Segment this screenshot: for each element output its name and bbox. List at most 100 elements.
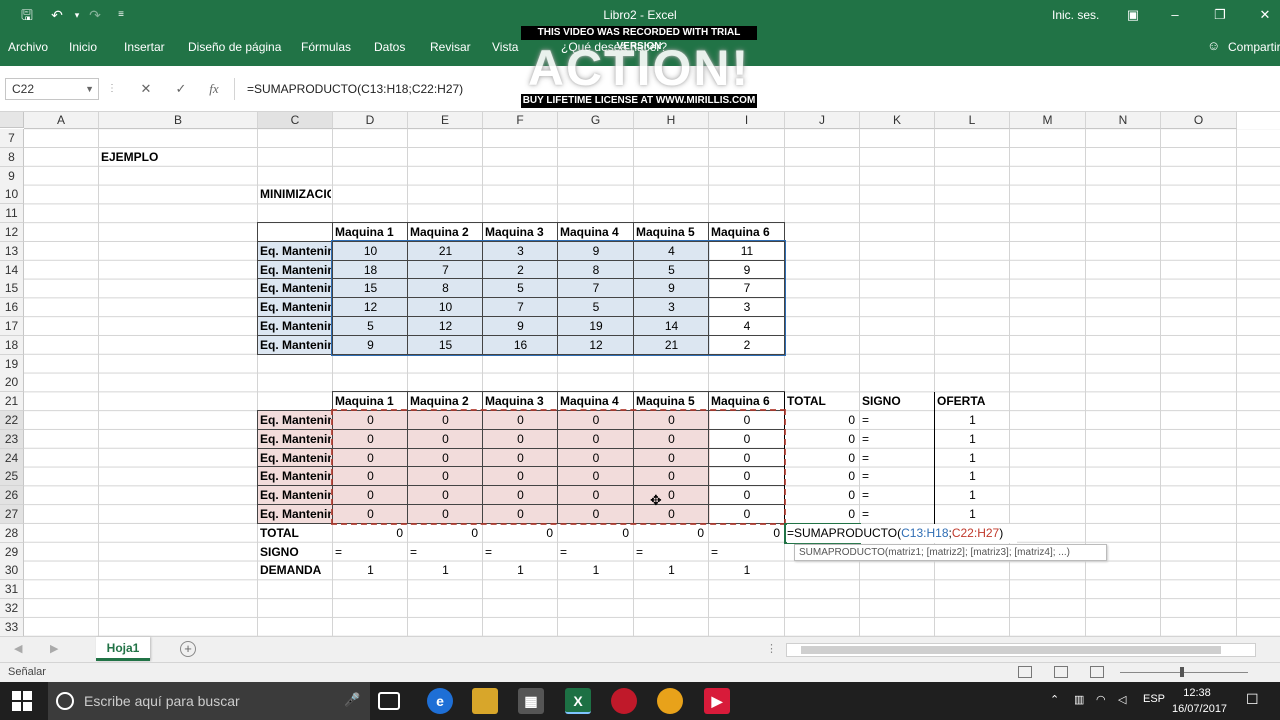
row-header-23[interactable]: 23 <box>0 429 24 449</box>
signo-row-label[interactable]: SIGNO <box>260 543 331 562</box>
column-header-o[interactable]: O <box>1161 112 1237 129</box>
row-total-cell[interactable]: 0 <box>787 486 858 505</box>
close-icon[interactable]: ✕ <box>1250 4 1280 26</box>
total-row-label[interactable]: TOTAL <box>260 524 331 543</box>
volume-icon[interactable]: ◁ <box>1118 693 1126 706</box>
row-header-18[interactable]: 18 <box>0 335 24 355</box>
next-sheet-icon[interactable]: ▶ <box>50 642 58 655</box>
cancel-icon[interactable]: ✕ <box>137 79 155 99</box>
name-box[interactable]: C22 ▼ <box>5 78 99 100</box>
column-header-b[interactable]: B <box>99 112 258 129</box>
windows-start-icon[interactable] <box>12 691 32 711</box>
row-header-27[interactable]: 27 <box>0 505 24 524</box>
row-header-10[interactable]: 10 <box>0 185 24 205</box>
tab-diseno[interactable]: Diseño de página <box>188 40 281 54</box>
select-all-corner[interactable] <box>0 112 24 128</box>
column-header-m[interactable]: M <box>1010 112 1086 129</box>
clock[interactable]: 12:38 16/07/2017 <box>1172 685 1227 717</box>
column-header-n[interactable]: N <box>1086 112 1161 129</box>
row-header-32[interactable]: 32 <box>0 599 24 618</box>
row-sign-cell[interactable]: = <box>862 486 933 505</box>
store-icon[interactable]: ▦ <box>518 688 544 714</box>
column-header-e[interactable]: E <box>408 112 483 129</box>
worksheet-grid[interactable]: A B C D E F G H I J K L M N O 7 8 9 10 11 12 13 14 15 16 17 18 19 20… <box>0 112 1280 636</box>
task-view-icon[interactable] <box>378 692 400 710</box>
column-total-cell[interactable]: 0 <box>410 524 481 543</box>
column-header-l[interactable]: L <box>935 112 1010 129</box>
scroll-thumb[interactable] <box>801 646 1221 654</box>
row-header-15[interactable]: 15 <box>0 279 24 299</box>
demanda-cell[interactable]: 1 <box>410 561 481 580</box>
microphone-icon[interactable]: 🎤 <box>344 692 360 708</box>
column-header-h[interactable]: H <box>634 112 709 129</box>
demanda-cell[interactable]: 1 <box>560 561 632 580</box>
row-header-33[interactable]: 33 <box>0 617 24 636</box>
page-break-icon[interactable] <box>1090 666 1104 678</box>
maximize-icon[interactable]: ❐ <box>1205 4 1235 26</box>
column-total-cell[interactable]: 0 <box>335 524 406 543</box>
oferta-header[interactable]: OFERTA <box>937 392 1008 411</box>
oferta-cell[interactable]: 1 <box>937 449 1008 468</box>
row-total-cell[interactable]: 0 <box>787 505 858 524</box>
language-indicator[interactable]: ESP <box>1143 693 1165 705</box>
page-layout-icon[interactable] <box>1054 666 1068 678</box>
row-header-11[interactable]: 11 <box>0 204 24 224</box>
row-sign-cell[interactable]: = <box>862 449 933 468</box>
row-header-7[interactable]: 7 <box>0 129 24 148</box>
tab-formulas[interactable]: Fórmulas <box>301 40 351 54</box>
column-sign-cell[interactable]: = <box>335 543 406 562</box>
file-explorer-icon[interactable] <box>472 688 498 714</box>
zoom-slider[interactable] <box>1120 672 1248 673</box>
edge-icon[interactable]: e <box>427 688 453 714</box>
tab-datos[interactable]: Datos <box>374 40 405 54</box>
oferta-cell[interactable]: 1 <box>937 486 1008 505</box>
row-header-30[interactable]: 30 <box>0 561 24 581</box>
row-header-19[interactable]: 19 <box>0 354 24 374</box>
column-header-j[interactable]: J <box>785 112 860 129</box>
demanda-cell[interactable]: 1 <box>636 561 707 580</box>
active-cell-formula[interactable]: =SUMAPRODUCTO(C13:H18;C22:H27) <box>787 523 1017 543</box>
column-header-k[interactable]: K <box>860 112 935 129</box>
horizontal-scrollbar[interactable] <box>786 643 1256 657</box>
add-sheet-icon[interactable]: + <box>180 641 196 657</box>
row-header-14[interactable]: 14 <box>0 260 24 280</box>
column-header-a[interactable]: A <box>24 112 99 129</box>
oferta-cell[interactable]: 1 <box>937 430 1008 449</box>
column-total-cell[interactable]: 0 <box>711 524 783 543</box>
column-header-g[interactable]: G <box>558 112 634 129</box>
chrome-icon[interactable] <box>657 688 683 714</box>
row-header-12[interactable]: 12 <box>0 223 24 242</box>
row-sign-cell[interactable]: = <box>862 430 933 449</box>
action-recorder-icon[interactable]: ▶ <box>704 688 730 714</box>
ribbon-display-icon[interactable]: ▣ <box>1118 4 1148 26</box>
row-sign-cell[interactable]: = <box>862 411 933 430</box>
oferta-cell[interactable]: 1 <box>937 411 1008 430</box>
column-total-cell[interactable]: 0 <box>636 524 707 543</box>
column-sign-cell[interactable]: = <box>711 543 783 562</box>
network-icon[interactable]: ▥ <box>1074 693 1084 706</box>
row-header-20[interactable]: 20 <box>0 373 24 393</box>
taskbar-search[interactable]: Escribe aquí para buscar 🎤 <box>48 682 370 720</box>
record-icon[interactable] <box>611 688 637 714</box>
row-sign-cell[interactable]: = <box>862 467 933 486</box>
row-header-21[interactable]: 21 <box>0 392 24 412</box>
column-header-i[interactable]: I <box>709 112 785 129</box>
row-total-cell[interactable]: 0 <box>787 449 858 468</box>
tab-vista[interactable]: Vista <box>492 40 518 54</box>
demanda-cell[interactable]: 1 <box>335 561 406 580</box>
column-total-cell[interactable]: 0 <box>560 524 632 543</box>
row-total-cell[interactable]: 0 <box>787 467 858 486</box>
row-total-cell[interactable]: 0 <box>787 411 858 430</box>
row-header-9[interactable]: 9 <box>0 166 24 186</box>
tab-revisar[interactable]: Revisar <box>430 40 471 54</box>
normal-view-icon[interactable] <box>1018 666 1032 678</box>
column-header-f[interactable]: F <box>483 112 558 129</box>
tab-insertar[interactable]: Insertar <box>124 40 165 54</box>
oferta-cell[interactable]: 1 <box>937 467 1008 486</box>
share-button[interactable]: Compartir <box>1228 40 1280 54</box>
column-sign-cell[interactable]: = <box>636 543 707 562</box>
tray-expand-icon[interactable]: ⌃ <box>1050 693 1059 706</box>
demanda-cell[interactable]: 1 <box>711 561 783 580</box>
oferta-cell[interactable]: 1 <box>937 505 1008 524</box>
cell-ejemplo[interactable]: EJEMPLO <box>101 148 191 167</box>
